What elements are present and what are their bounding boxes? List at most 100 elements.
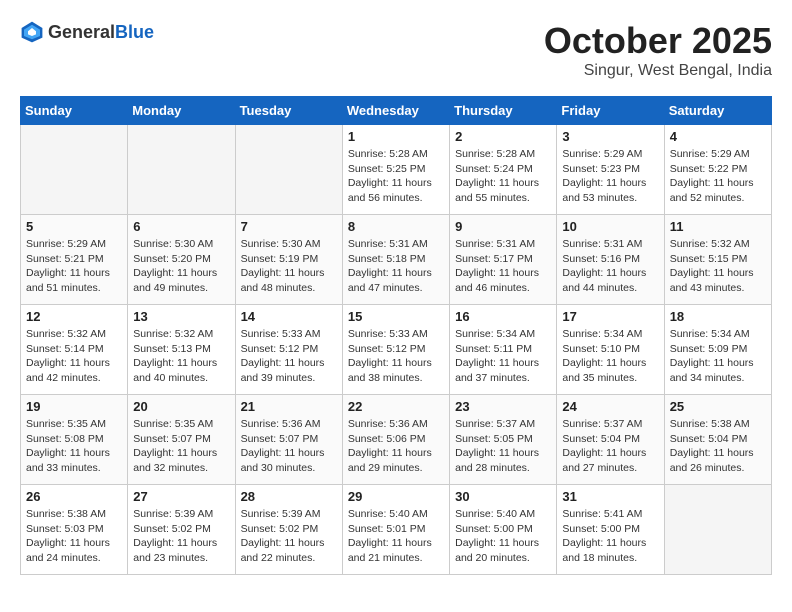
logo: GeneralBlue [20, 20, 154, 44]
calendar-cell: 18Sunrise: 5:34 AM Sunset: 5:09 PM Dayli… [664, 305, 771, 395]
day-info: Sunrise: 5:40 AM Sunset: 5:00 PM Dayligh… [455, 507, 551, 566]
day-number: 5 [26, 219, 122, 234]
day-info: Sunrise: 5:34 AM Sunset: 5:10 PM Dayligh… [562, 327, 658, 386]
calendar-cell: 8Sunrise: 5:31 AM Sunset: 5:18 PM Daylig… [342, 215, 449, 305]
weekday-header-saturday: Saturday [664, 97, 771, 125]
calendar-cell: 9 Sunrise: 5:31 AM Sunset: 5:17 PM Daylig… [450, 215, 557, 305]
weekday-header-wednesday: Wednesday [342, 97, 449, 125]
day-info: Sunrise: 5:28 AM Sunset: 5:25 PM Dayligh… [348, 147, 444, 206]
calendar-cell: 14Sunrise: 5:33 AM Sunset: 5:12 PM Dayli… [235, 305, 342, 395]
calendar-cell: 24 Sunrise: 5:37 AM Sunset: 5:04 PM Dayli… [557, 395, 664, 485]
calendar-week-row: 19Sunrise: 5:35 AM Sunset: 5:08 PM Dayli… [21, 395, 772, 485]
day-number: 1 [348, 129, 444, 144]
calendar-cell [664, 485, 771, 575]
weekday-header-thursday: Thursday [450, 97, 557, 125]
day-info: Sunrise: 5:40 AM Sunset: 5:01 PM Dayligh… [348, 507, 444, 566]
calendar-week-row: 1 Sunrise: 5:28 AM Sunset: 5:25 PM Daylig… [21, 125, 772, 215]
day-number: 11 [670, 219, 766, 234]
day-info: Sunrise: 5:34 AM Sunset: 5:09 PM Dayligh… [670, 327, 766, 386]
calendar-cell [21, 125, 128, 215]
day-info: Sunrise: 5:32 AM Sunset: 5:14 PM Dayligh… [26, 327, 122, 386]
day-number: 25 [670, 399, 766, 414]
day-number: 17 [562, 309, 658, 324]
day-info: Sunrise: 5:32 AM Sunset: 5:15 PM Dayligh… [670, 237, 766, 296]
calendar-cell: 13Sunrise: 5:32 AM Sunset: 5:13 PM Dayli… [128, 305, 235, 395]
day-info: Sunrise: 5:33 AM Sunset: 5:12 PM Dayligh… [241, 327, 337, 386]
page-header: GeneralBlue October 2025 Singur, West Be… [20, 20, 772, 80]
calendar-cell: 16 Sunrise: 5:34 AM Sunset: 5:11 PM Dayli… [450, 305, 557, 395]
weekday-header-friday: Friday [557, 97, 664, 125]
day-number: 20 [133, 399, 229, 414]
calendar-cell: 5 Sunrise: 5:29 AM Sunset: 5:21 PM Daylig… [21, 215, 128, 305]
calendar-cell: 20 Sunrise: 5:35 AM Sunset: 5:07 PM Dayli… [128, 395, 235, 485]
day-info: Sunrise: 5:36 AM Sunset: 5:06 PM Dayligh… [348, 417, 444, 476]
calendar-cell: 22 Sunrise: 5:36 AM Sunset: 5:06 PM Dayli… [342, 395, 449, 485]
day-number: 27 [133, 489, 229, 504]
calendar-cell: 31 Sunrise: 5:41 AM Sunset: 5:00 PM Dayli… [557, 485, 664, 575]
day-number: 2 [455, 129, 551, 144]
calendar-cell: 30 Sunrise: 5:40 AM Sunset: 5:00 PM Dayli… [450, 485, 557, 575]
day-info: Sunrise: 5:37 AM Sunset: 5:05 PM Dayligh… [455, 417, 551, 476]
day-info: Sunrise: 5:39 AM Sunset: 5:02 PM Dayligh… [133, 507, 229, 566]
day-number: 31 [562, 489, 658, 504]
day-number: 10 [562, 219, 658, 234]
day-info: Sunrise: 5:28 AM Sunset: 5:24 PM Dayligh… [455, 147, 551, 206]
day-info: Sunrise: 5:36 AM Sunset: 5:07 PM Dayligh… [241, 417, 337, 476]
day-number: 15 [348, 309, 444, 324]
logo-icon [20, 20, 44, 44]
weekday-header-sunday: Sunday [21, 97, 128, 125]
location-title: Singur, West Bengal, India [544, 62, 772, 80]
logo-text: GeneralBlue [48, 22, 154, 43]
day-info: Sunrise: 5:37 AM Sunset: 5:04 PM Dayligh… [562, 417, 658, 476]
day-number: 28 [241, 489, 337, 504]
day-info: Sunrise: 5:29 AM Sunset: 5:23 PM Dayligh… [562, 147, 658, 206]
day-info: Sunrise: 5:29 AM Sunset: 5:21 PM Dayligh… [26, 237, 122, 296]
day-number: 12 [26, 309, 122, 324]
weekday-header-tuesday: Tuesday [235, 97, 342, 125]
calendar-cell: 4 Sunrise: 5:29 AM Sunset: 5:22 PM Daylig… [664, 125, 771, 215]
calendar-cell [235, 125, 342, 215]
calendar-cell: 26 Sunrise: 5:38 AM Sunset: 5:03 PM Dayli… [21, 485, 128, 575]
day-number: 21 [241, 399, 337, 414]
day-info: Sunrise: 5:34 AM Sunset: 5:11 PM Dayligh… [455, 327, 551, 386]
day-number: 4 [670, 129, 766, 144]
calendar-cell: 25 Sunrise: 5:38 AM Sunset: 5:04 PM Dayli… [664, 395, 771, 485]
day-number: 26 [26, 489, 122, 504]
calendar-cell [128, 125, 235, 215]
day-number: 9 [455, 219, 551, 234]
day-info: Sunrise: 5:30 AM Sunset: 5:20 PM Dayligh… [133, 237, 229, 296]
logo-general: General [48, 22, 115, 42]
day-number: 23 [455, 399, 551, 414]
day-info: Sunrise: 5:38 AM Sunset: 5:03 PM Dayligh… [26, 507, 122, 566]
calendar-cell: 19Sunrise: 5:35 AM Sunset: 5:08 PM Dayli… [21, 395, 128, 485]
calendar-cell: 28 Sunrise: 5:39 AM Sunset: 5:02 PM Dayli… [235, 485, 342, 575]
calendar-cell: 3 Sunrise: 5:29 AM Sunset: 5:23 PM Daylig… [557, 125, 664, 215]
day-number: 6 [133, 219, 229, 234]
day-info: Sunrise: 5:33 AM Sunset: 5:12 PM Dayligh… [348, 327, 444, 386]
calendar-cell: 27 Sunrise: 5:39 AM Sunset: 5:02 PM Dayli… [128, 485, 235, 575]
calendar-cell: 29Sunrise: 5:40 AM Sunset: 5:01 PM Dayli… [342, 485, 449, 575]
day-number: 16 [455, 309, 551, 324]
day-number: 30 [455, 489, 551, 504]
day-info: Sunrise: 5:38 AM Sunset: 5:04 PM Dayligh… [670, 417, 766, 476]
calendar-cell: 17 Sunrise: 5:34 AM Sunset: 5:10 PM Dayli… [557, 305, 664, 395]
day-info: Sunrise: 5:39 AM Sunset: 5:02 PM Dayligh… [241, 507, 337, 566]
day-number: 22 [348, 399, 444, 414]
calendar-cell: 7Sunrise: 5:30 AM Sunset: 5:19 PM Daylig… [235, 215, 342, 305]
day-number: 7 [241, 219, 337, 234]
calendar-cell: 1 Sunrise: 5:28 AM Sunset: 5:25 PM Daylig… [342, 125, 449, 215]
day-info: Sunrise: 5:31 AM Sunset: 5:17 PM Dayligh… [455, 237, 551, 296]
logo-blue: Blue [115, 22, 154, 42]
day-info: Sunrise: 5:35 AM Sunset: 5:07 PM Dayligh… [133, 417, 229, 476]
weekday-header-monday: Monday [128, 97, 235, 125]
day-number: 8 [348, 219, 444, 234]
calendar-table: SundayMondayTuesdayWednesdayThursdayFrid… [20, 96, 772, 575]
day-info: Sunrise: 5:41 AM Sunset: 5:00 PM Dayligh… [562, 507, 658, 566]
day-number: 3 [562, 129, 658, 144]
day-info: Sunrise: 5:29 AM Sunset: 5:22 PM Dayligh… [670, 147, 766, 206]
calendar-week-row: 26 Sunrise: 5:38 AM Sunset: 5:03 PM Dayli… [21, 485, 772, 575]
title-area: October 2025 Singur, West Bengal, India [544, 20, 772, 80]
day-number: 19 [26, 399, 122, 414]
calendar-cell: 23 Sunrise: 5:37 AM Sunset: 5:05 PM Dayli… [450, 395, 557, 485]
day-number: 24 [562, 399, 658, 414]
